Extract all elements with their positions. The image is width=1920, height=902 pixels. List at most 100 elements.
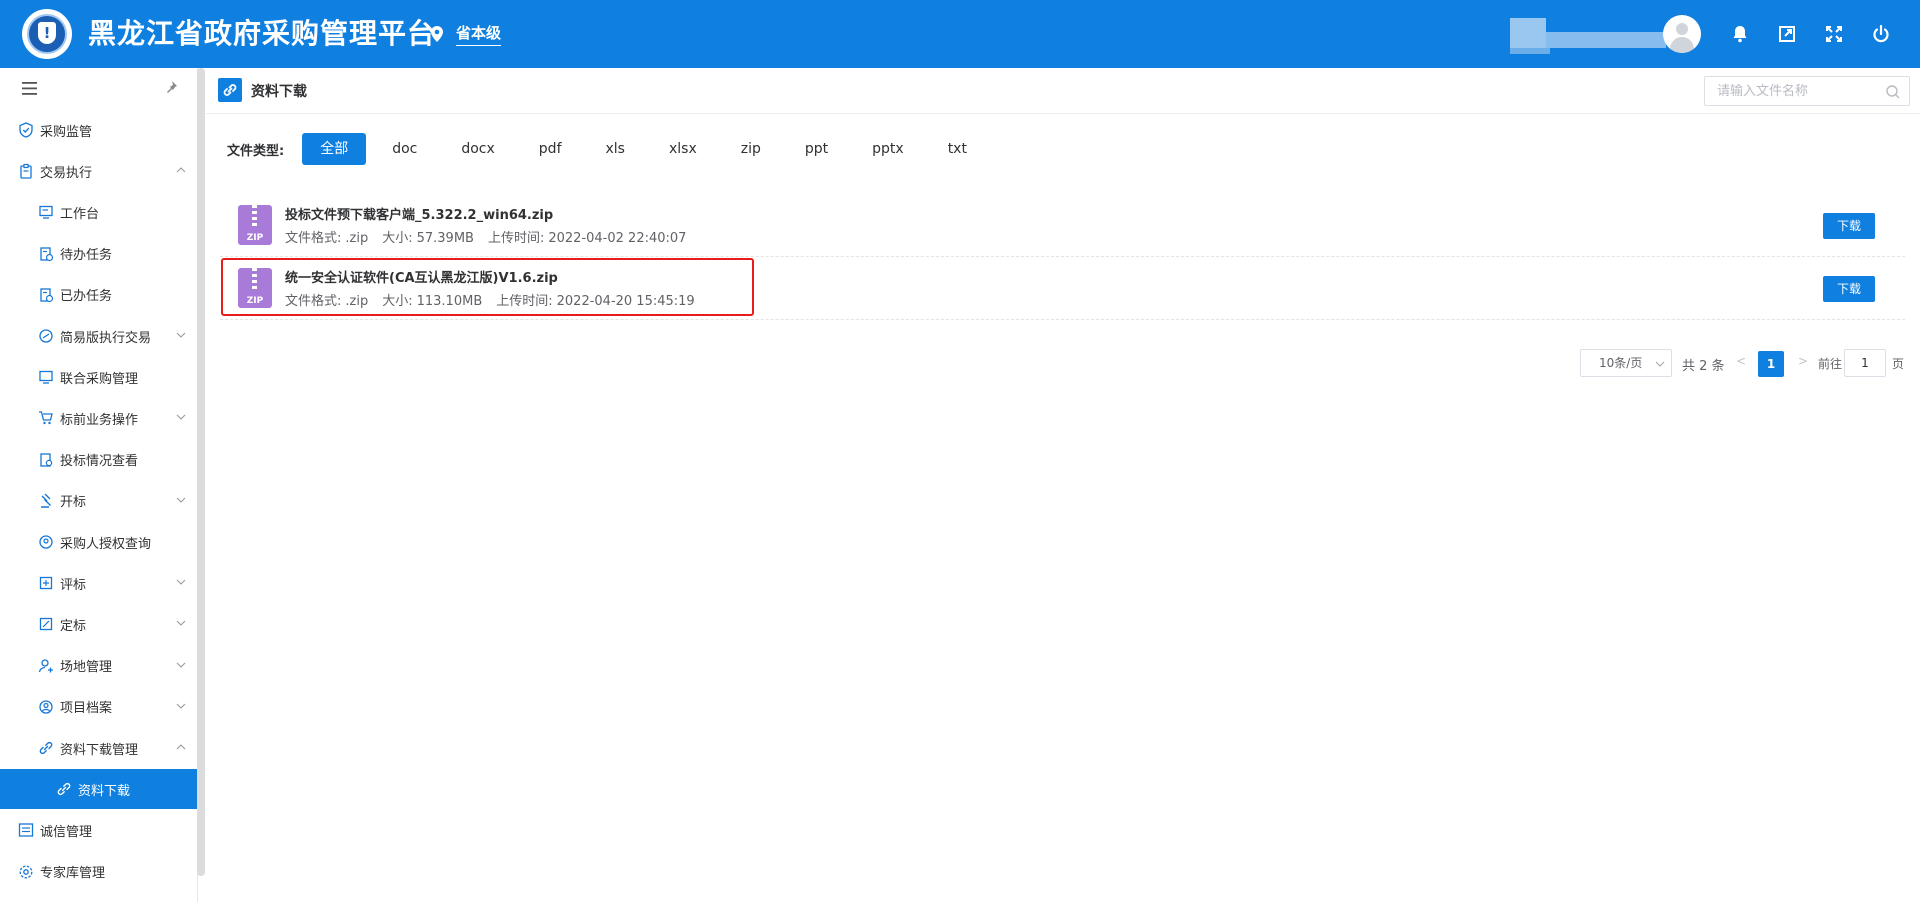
sidebar-item-10[interactable]: 采购人授权查询 [0,522,198,562]
filter-tab-4[interactable]: xls [588,133,643,165]
sidebar-scrollbar[interactable] [197,68,205,876]
prev-page-button[interactable]: < [1736,354,1746,368]
page-header: 资料下载 [206,68,1920,114]
page-number-current[interactable]: 1 [1758,351,1784,377]
sidebar-item-1[interactable]: 交易执行 [0,151,198,191]
annotation-highlight-box [221,258,754,316]
platform-logo[interactable]: ! [22,9,72,59]
sidebar-item-label: 专家库管理 [40,866,106,882]
file-search[interactable] [1704,76,1910,106]
sidebar-item-label: 诚信管理 [40,824,93,840]
filter-tab-5[interactable]: xlsx [651,133,715,165]
sidebar-item-13[interactable]: 场地管理 [0,646,198,686]
filter-tab-0[interactable]: 全部 [302,133,367,165]
page-size-select[interactable]: 10条/页 [1580,349,1672,377]
filter-tab-2[interactable]: docx [443,133,512,165]
gear-icon [19,865,33,879]
sidebar-item-6[interactable]: 联合采购管理 [0,357,198,397]
filter-label: 文件类型: [227,143,285,159]
hamburger-menu-icon[interactable] [22,82,37,95]
user-avatar[interactable] [1663,15,1701,53]
sidebar-item-17[interactable]: 诚信管理 [0,810,198,850]
next-page-button[interactable]: > [1798,354,1808,368]
chevron-down-icon [176,332,186,338]
fullscreen-icon[interactable] [1824,24,1844,44]
sidebar: 采购监管 交易执行工作台待办任务已办任务简易版执行交易联合采购管理标前业务操作 投标… [0,68,198,902]
file-uploaded-time: 2022-04-02 22:40:07 [548,231,687,246]
sidebar-item-16[interactable]: 资料下载 [0,769,198,810]
sidebar-item-label: 待办任务 [60,248,113,264]
joint-purchase-icon [39,371,53,384]
sidebar-item-15[interactable]: 资料下载管理 [0,728,198,768]
sidebar-item-14[interactable]: 项目档案 [0,687,198,727]
page-size-value: 10条/页 [1599,356,1643,370]
filter-tab-6[interactable]: zip [723,133,779,165]
bell-icon[interactable] [1730,24,1750,44]
chevron-down-icon [176,662,186,668]
sidebar-item-9[interactable]: 开标 [0,481,198,521]
download-button[interactable]: 下载 [1823,213,1875,239]
sidebar-item-11[interactable]: 评标 [0,563,198,603]
search-icon[interactable] [1885,84,1901,100]
avatar-head [1676,23,1688,35]
chevron-up-icon [176,744,186,750]
sidebar-item-0[interactable]: 采购监管 [0,110,198,150]
sidebar-item-label: 简易版执行交易 [60,330,152,346]
sidebar-item-label: 资料下载管理 [60,742,139,758]
sidebar-item-18[interactable]: 专家库管理 [0,852,198,892]
region-label[interactable]: 省本级 [456,22,502,46]
file-name: 投标文件预下载客户端_5.322.2_win64.zip [285,208,554,223]
list-icon [18,823,34,838]
task-done-icon [40,288,54,302]
file-search-input[interactable] [1717,77,1887,105]
sidebar-item-2[interactable]: 工作台 [0,192,198,232]
logo-shield-icon: ! [38,22,56,44]
sidebar-item-3[interactable]: 待办任务 [0,234,198,274]
link-icon [39,742,53,754]
chevron-down-icon [1655,361,1665,367]
chevron-up-icon [176,167,186,173]
power-icon[interactable] [1871,24,1891,44]
zip-icon-label: ZIP [246,233,264,243]
simple-trade-icon [39,329,53,343]
chevron-down-icon [176,497,186,503]
app-title: 黑龙江省政府采购管理平台 [88,17,437,50]
sidebar-item-7[interactable]: 标前业务操作 [0,398,198,438]
sidebar-item-12[interactable]: 定标 [0,604,198,644]
blur-block [1510,48,1550,54]
award-icon [39,618,53,631]
filter-tab-8[interactable]: pptx [854,133,922,165]
sidebar-item-label: 场地管理 [60,660,113,676]
download-button[interactable]: 下载 [1823,276,1875,302]
gavel-icon [41,493,51,508]
sidebar-item-4[interactable]: 已办任务 [0,275,198,315]
sidebar-item-label: 定标 [60,618,87,634]
chevron-down-icon [176,703,186,709]
external-window-icon[interactable] [1777,24,1797,44]
sidebar-item-5[interactable]: 简易版执行交易 [0,316,198,356]
goto-page-input[interactable] [1844,349,1886,377]
evaluate-icon [39,577,53,590]
page-unit-label: 页 [1892,357,1905,371]
username-blurred[interactable] [1510,18,1666,54]
sidebar-item-label: 工作台 [60,206,100,222]
shield-check-icon [19,122,33,138]
filter-tab-9[interactable]: txt [930,133,985,165]
filter-tab-3[interactable]: pdf [521,133,580,165]
filter-tab-1[interactable]: doc [374,133,435,165]
sidebar-item-label: 投标情况查看 [60,454,139,470]
link-icon [57,783,71,796]
blur-block [1510,18,1546,48]
monitor-icon [39,206,53,220]
chevron-down-icon [176,579,186,585]
auth-query-icon [39,535,53,549]
sidebar-item-label: 标前业务操作 [60,412,139,428]
filter-tab-7[interactable]: ppt [787,133,846,165]
sidebar-item-8[interactable]: 投标情况查看 [0,440,198,480]
pin-icon[interactable] [164,80,178,95]
uploaded-label: 上传时间: [487,231,545,246]
filter-tabs: 全部 doc docx pdf xls xlsx zip ppt pptx txt [302,133,993,165]
chevron-down-icon [176,415,186,421]
file-meta: 文件格式: .zip 大小: 57.39MB 上传时间: 2022-04-02 22:40… [285,227,690,246]
region-selector[interactable]: 省本级 [430,22,502,46]
